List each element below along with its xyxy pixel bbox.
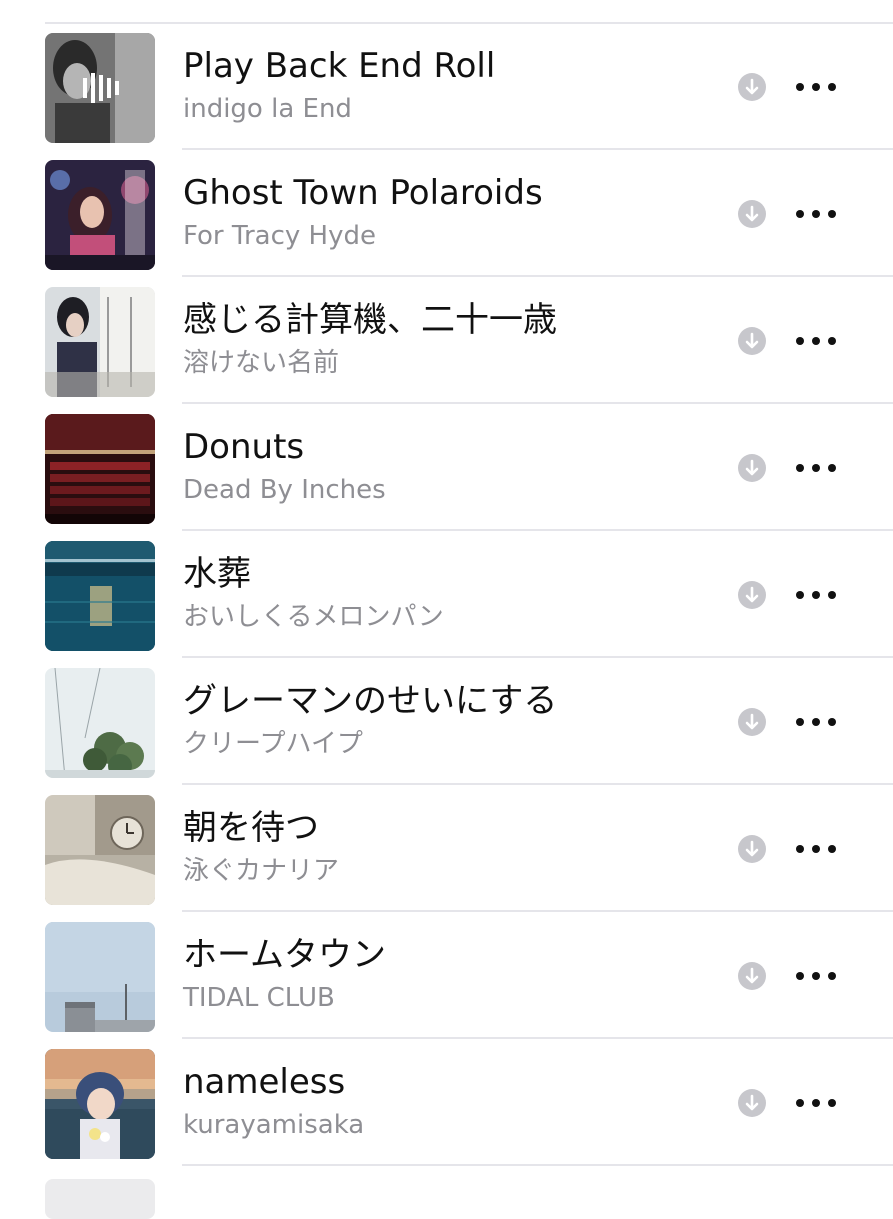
album-art[interactable] [45, 795, 155, 905]
download-icon[interactable] [738, 962, 766, 990]
album-art[interactable] [45, 160, 155, 270]
more-icon[interactable] [796, 710, 836, 734]
song-title: 朝を待つ [183, 808, 319, 848]
download-icon[interactable] [738, 708, 766, 736]
song-row[interactable]: 感じる計算機、二十一歳 溶けない名前 [0, 277, 893, 404]
more-icon[interactable] [796, 202, 836, 226]
song-title: 感じる計算機、二十一歳 [183, 300, 557, 340]
download-icon[interactable] [738, 1089, 766, 1117]
download-icon[interactable] [738, 327, 766, 355]
album-art[interactable] [45, 922, 155, 1032]
song-artist: For Tracy Hyde [183, 221, 376, 251]
song-title: ホームタウン [183, 935, 386, 975]
download-icon[interactable] [738, 581, 766, 609]
song-row[interactable]: 朝を待つ 泳ぐカナリア [0, 785, 893, 912]
song-artist: おいしくるメロンパン [183, 602, 444, 632]
song-title: Play Back End Roll [183, 46, 496, 86]
album-art[interactable] [45, 1049, 155, 1159]
album-art[interactable] [45, 541, 155, 651]
song-row[interactable]: nameless kurayamisaka [0, 1039, 893, 1166]
more-icon[interactable] [796, 583, 836, 607]
row-separator [182, 1164, 893, 1166]
album-art[interactable] [45, 668, 155, 778]
song-row[interactable]: Ghost Town Polaroids For Tracy Hyde [0, 150, 893, 277]
song-title: nameless [183, 1062, 346, 1102]
song-row[interactable]: Play Back End Roll indigo la End [0, 23, 893, 150]
song-title: グレーマンのせいにする [183, 681, 558, 721]
more-icon[interactable] [796, 456, 836, 480]
album-art[interactable] [45, 33, 155, 143]
download-icon[interactable] [738, 835, 766, 863]
song-row[interactable]: ホームタウン TIDAL CLUB [0, 912, 893, 1039]
song-title: Ghost Town Polaroids [183, 173, 543, 213]
song-artist: Dead By Inches [183, 475, 386, 505]
song-artist: クリープハイプ [183, 729, 363, 759]
download-icon[interactable] [738, 454, 766, 482]
song-title: 水葬 [183, 554, 251, 594]
more-icon[interactable] [796, 964, 836, 988]
album-art-partial[interactable] [45, 1179, 155, 1219]
download-icon[interactable] [738, 200, 766, 228]
song-artist: kurayamisaka [183, 1110, 365, 1140]
song-row[interactable]: グレーマンのせいにする クリープハイプ [0, 658, 893, 785]
song-title: Donuts [183, 427, 305, 467]
more-icon[interactable] [796, 837, 836, 861]
song-artist: 泳ぐカナリア [183, 856, 340, 886]
song-artist: 溶けない名前 [183, 348, 340, 378]
more-icon[interactable] [796, 75, 836, 99]
more-icon[interactable] [796, 329, 836, 353]
album-art[interactable] [45, 287, 155, 397]
song-artist: indigo la End [183, 94, 352, 124]
album-art[interactable] [45, 414, 155, 524]
download-icon[interactable] [738, 73, 766, 101]
more-icon[interactable] [796, 1091, 836, 1115]
song-artist: TIDAL CLUB [183, 983, 335, 1013]
song-row[interactable]: 水葬 おいしくるメロンパン [0, 531, 893, 658]
song-row[interactable]: Donuts Dead By Inches [0, 404, 893, 531]
